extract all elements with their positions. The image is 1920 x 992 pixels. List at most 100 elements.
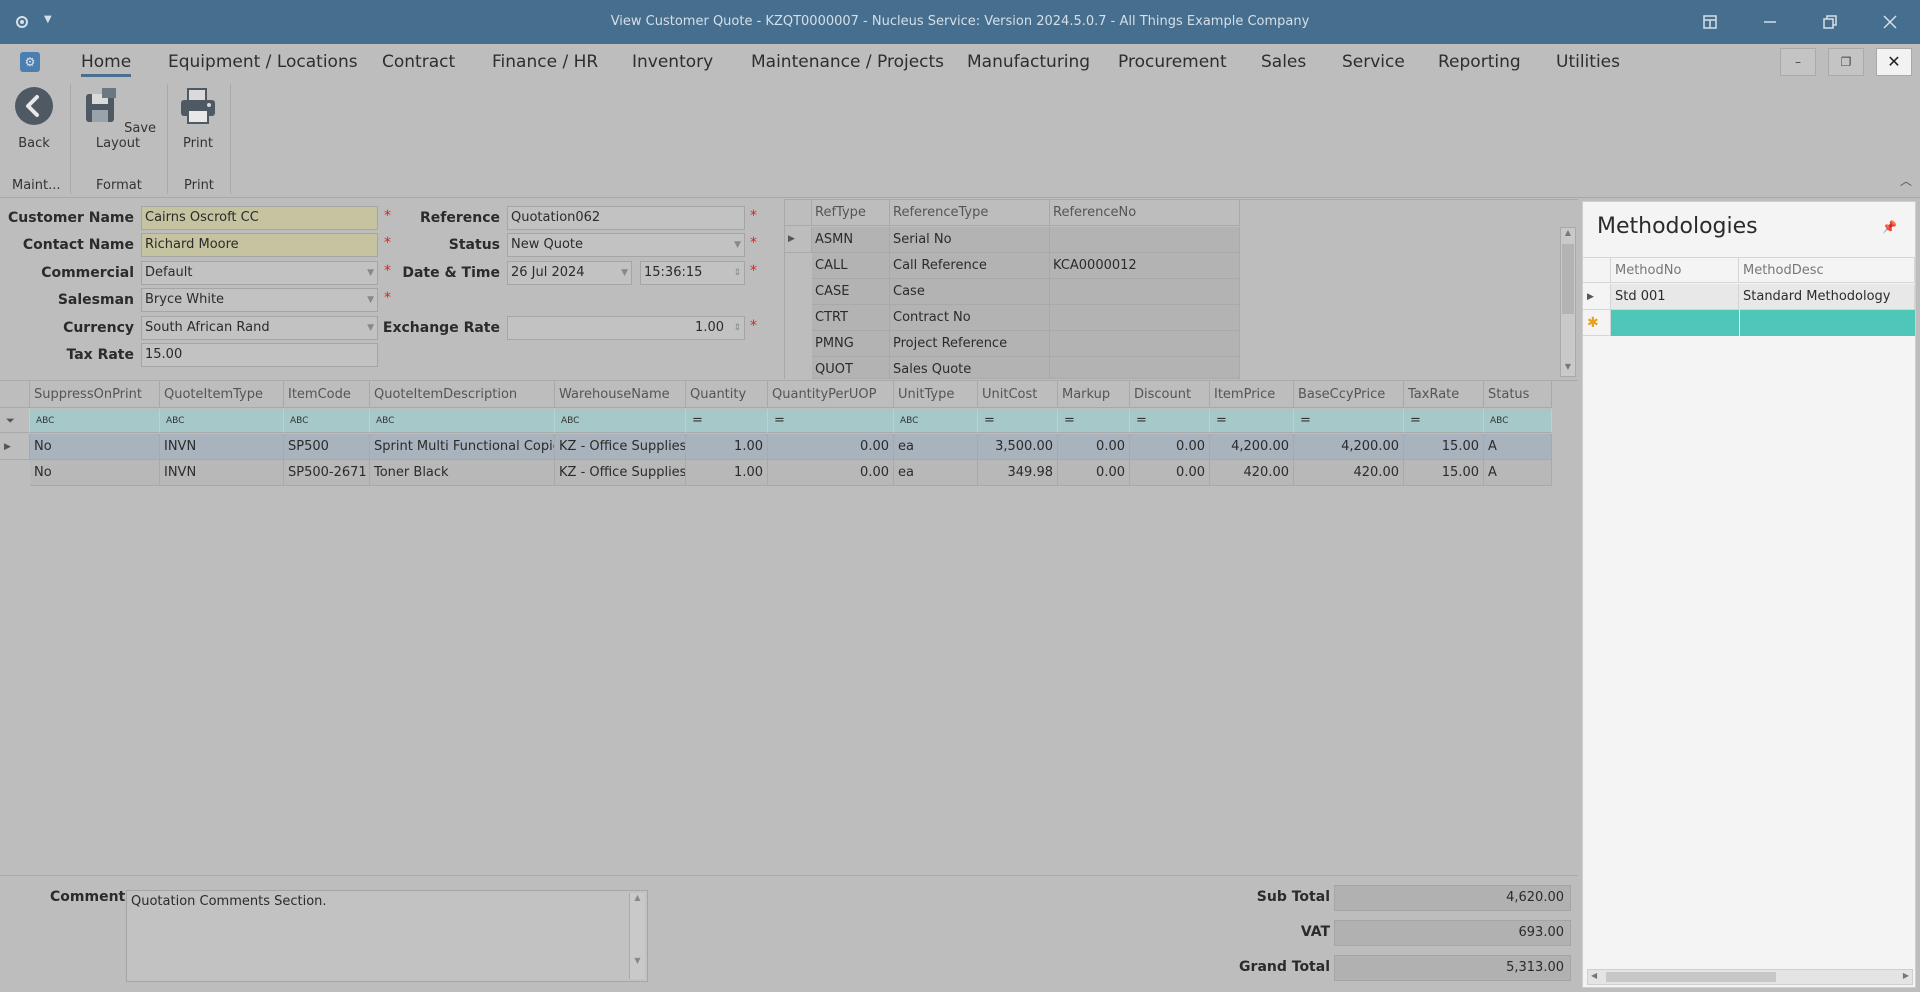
table-cell[interactable]: CTRT: [812, 305, 890, 331]
comment-textarea[interactable]: Quotation Comments Section. ▲ ▼: [126, 890, 648, 982]
table-cell[interactable]: KZ - Office Supplies: [555, 460, 686, 486]
column-header[interactable]: UnitCost: [978, 381, 1058, 408]
close-button[interactable]: [1870, 8, 1910, 36]
date-picker[interactable]: 26 Jul 2024 ▼: [507, 261, 632, 285]
table-cell[interactable]: 0.00: [768, 434, 894, 460]
collapse-ribbon-icon[interactable]: ︿: [1900, 172, 1912, 189]
exchange-rate-spinner[interactable]: 1.00 ⇕: [507, 316, 745, 340]
table-cell[interactable]: 15.00: [1404, 460, 1484, 486]
scroll-left-icon[interactable]: ◀: [1591, 971, 1597, 980]
column-header[interactable]: ReferenceType: [890, 200, 1050, 226]
table-cell[interactable]: PMNG: [812, 331, 890, 357]
table-cell[interactable]: INVN: [160, 434, 284, 460]
scrollbar-thumb[interactable]: [1606, 972, 1776, 982]
table-cell[interactable]: CASE: [812, 279, 890, 305]
filter-cell[interactable]: =: [1210, 409, 1294, 433]
table-cell[interactable]: ea: [894, 460, 978, 486]
tab-equipment-locations[interactable]: Equipment / Locations: [168, 52, 358, 72]
column-header[interactable]: Markup: [1058, 381, 1130, 408]
tab-sales[interactable]: Sales: [1261, 52, 1306, 72]
table-cell[interactable]: No: [30, 460, 160, 486]
filter-cell[interactable]: =: [1294, 409, 1404, 433]
table-cell[interactable]: QUOT: [812, 357, 890, 379]
filter-cell[interactable]: =: [1404, 409, 1484, 433]
column-header[interactable]: Status: [1484, 381, 1552, 408]
chevron-down-icon[interactable]: ▼: [367, 317, 374, 339]
table-cell[interactable]: 1.00: [686, 434, 768, 460]
table-cell[interactable]: Call Reference: [890, 253, 1050, 279]
reference-field[interactable]: Quotation062: [507, 206, 745, 230]
column-header[interactable]: Discount: [1130, 381, 1210, 408]
contact-name-field[interactable]: Richard Moore: [141, 233, 378, 257]
tab-contract[interactable]: Contract: [382, 52, 455, 72]
table-cell[interactable]: No: [30, 434, 160, 460]
table-cell[interactable]: 420.00: [1294, 460, 1404, 486]
vertical-scrollbar[interactable]: ▲ ▼: [1560, 227, 1576, 377]
restore-button[interactable]: [1810, 8, 1850, 36]
time-spinner[interactable]: 15:36:15 ⇕: [640, 261, 745, 285]
chevron-down-icon[interactable]: ▼: [734, 234, 741, 256]
filter-cell[interactable]: ABC: [370, 409, 555, 433]
filter-icon[interactable]: ⏷: [0, 409, 30, 433]
table-cell[interactable]: Std 001: [1611, 284, 1739, 310]
tax-rate-field[interactable]: 15.00: [141, 343, 378, 367]
tab-home[interactable]: Home: [81, 52, 132, 77]
table-cell[interactable]: 4,200.00: [1210, 434, 1294, 460]
table-cell[interactable]: Contract No: [890, 305, 1050, 331]
minimize-button[interactable]: [1750, 8, 1790, 36]
table-cell[interactable]: A: [1484, 434, 1552, 460]
filter-cell[interactable]: ABC: [555, 409, 686, 433]
table-cell[interactable]: 0.00: [1130, 460, 1210, 486]
column-header[interactable]: BaseCcyPrice: [1294, 381, 1404, 408]
column-header[interactable]: SuppressOnPrint: [30, 381, 160, 408]
tab-reporting[interactable]: Reporting: [1438, 52, 1521, 72]
table-cell[interactable]: KZ - Office Supplies: [555, 434, 686, 460]
table-cell[interactable]: [1050, 227, 1240, 253]
tab-utilities[interactable]: Utilities: [1556, 52, 1620, 72]
table-cell[interactable]: Sprint Multi Functional Copier: [370, 434, 555, 460]
column-header[interactable]: ReferenceNo: [1050, 200, 1240, 226]
column-header[interactable]: QuoteItemDescription: [370, 381, 555, 408]
table-cell[interactable]: INVN: [160, 460, 284, 486]
table-cell[interactable]: A: [1484, 460, 1552, 486]
chevron-down-icon[interactable]: ▼: [367, 262, 374, 284]
filter-cell[interactable]: ABC: [284, 409, 370, 433]
column-header[interactable]: MethodNo: [1611, 257, 1739, 283]
filter-cell[interactable]: =: [768, 409, 894, 433]
table-cell[interactable]: 0.00: [1058, 434, 1130, 460]
tab-service[interactable]: Service: [1342, 52, 1405, 72]
table-cell[interactable]: KCA0000012: [1050, 253, 1240, 279]
chevron-down-icon[interactable]: ▼: [621, 262, 628, 284]
commercial-dropdown[interactable]: Default ▼: [141, 261, 378, 285]
table-cell[interactable]: 15.00: [1404, 434, 1484, 460]
scrollbar-thumb[interactable]: [1562, 244, 1574, 314]
tab-procurement[interactable]: Procurement: [1118, 52, 1227, 72]
table-cell[interactable]: ea: [894, 434, 978, 460]
table-cell[interactable]: Serial No: [890, 227, 1050, 253]
layout-icon[interactable]: [1690, 8, 1730, 36]
filter-cell[interactable]: =: [686, 409, 768, 433]
mdi-close-button[interactable]: ✕: [1876, 48, 1912, 76]
column-header[interactable]: RefType: [812, 200, 890, 226]
filter-cell[interactable]: ABC: [30, 409, 160, 433]
table-cell[interactable]: Sales Quote: [890, 357, 1050, 379]
table-cell[interactable]: 420.00: [1210, 460, 1294, 486]
tab-manufacturing[interactable]: Manufacturing: [967, 52, 1090, 72]
horizontal-scrollbar[interactable]: ◀ ▶: [1587, 969, 1913, 985]
status-dropdown[interactable]: New Quote ▼: [507, 233, 745, 257]
new-row-cell[interactable]: [1611, 310, 1739, 336]
customer-name-field[interactable]: Cairns Oscroft CC: [141, 206, 378, 230]
table-cell[interactable]: 0.00: [1058, 460, 1130, 486]
vertical-scrollbar[interactable]: ▲ ▼: [629, 893, 645, 979]
scroll-right-icon[interactable]: ▶: [1903, 971, 1909, 980]
column-header[interactable]: ItemPrice: [1210, 381, 1294, 408]
pin-icon[interactable]: 📌: [1882, 220, 1897, 234]
currency-dropdown[interactable]: South African Rand ▼: [141, 316, 378, 340]
table-cell[interactable]: 4,200.00: [1294, 434, 1404, 460]
table-cell[interactable]: Project Reference: [890, 331, 1050, 357]
table-cell[interactable]: [1050, 279, 1240, 305]
column-header[interactable]: QuoteItemType: [160, 381, 284, 408]
table-cell[interactable]: 1.00: [686, 460, 768, 486]
filter-cell[interactable]: ABC: [894, 409, 978, 433]
column-header[interactable]: TaxRate: [1404, 381, 1484, 408]
